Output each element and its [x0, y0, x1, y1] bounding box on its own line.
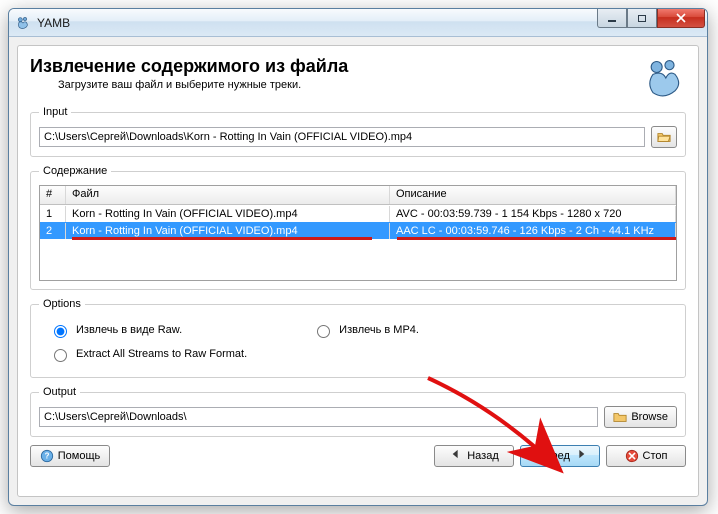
annotation-underline [397, 237, 677, 240]
stop-button-label: Стоп [643, 450, 668, 462]
arrow-right-icon [574, 449, 588, 463]
content-group-label: Содержание [39, 165, 111, 177]
cell-desc: AVC - 00:03:59.739 - 1 154 Kbps - 1280 x… [390, 206, 676, 222]
folder-icon [613, 410, 627, 424]
help-button[interactable]: ? Помощь [30, 445, 110, 467]
col-header-file[interactable]: Файл [66, 186, 390, 204]
next-button[interactable]: Вперед [520, 445, 600, 467]
options-group-label: Options [39, 298, 85, 310]
help-button-label: Помощь [58, 450, 101, 462]
table-body: 1 Korn - Rotting In Vain (OFFICIAL VIDEO… [40, 205, 676, 239]
options-group: Options Извлечь в виде Raw. Извлечь в MP… [30, 298, 686, 378]
app-icon [15, 15, 31, 31]
client-area: Извлечение содержимого из файла Загрузит… [17, 45, 699, 497]
col-header-num[interactable]: # [40, 186, 66, 204]
output-path-field[interactable] [39, 407, 598, 427]
col-header-desc[interactable]: Описание [390, 186, 676, 204]
svg-text:?: ? [44, 452, 49, 461]
browse-button-label: Browse [631, 411, 668, 423]
table-row[interactable]: 1 Korn - Rotting In Vain (OFFICIAL VIDEO… [40, 205, 676, 222]
minimize-button[interactable] [597, 9, 627, 28]
radio-extract-raw-input[interactable] [54, 325, 67, 338]
window-title: YAMB [37, 16, 70, 30]
back-button[interactable]: Назад [434, 445, 514, 467]
close-button[interactable] [657, 9, 705, 28]
radio-extract-all-input[interactable] [54, 349, 67, 362]
track-table[interactable]: # Файл Описание 1 Korn - Rotting In Vain… [39, 185, 677, 281]
radio-extract-all[interactable]: Extract All Streams to Raw Format. [49, 346, 247, 362]
cell-file: Korn - Rotting In Vain (OFFICIAL VIDEO).… [66, 206, 390, 222]
button-bar: ? Помощь Назад Вперед С [30, 445, 686, 467]
page-subtitle: Загрузите ваш файл и выберите нужные тре… [30, 79, 642, 91]
input-path-field[interactable] [39, 127, 645, 147]
radio-extract-mp4-label: Извлечь в MP4. [339, 324, 419, 336]
folder-open-icon [657, 130, 671, 144]
radio-extract-raw[interactable]: Извлечь в виде Raw. [49, 322, 182, 338]
open-file-button[interactable] [651, 126, 677, 148]
page-title: Извлечение содержимого из файла [30, 56, 642, 77]
back-button-label: Назад [467, 450, 499, 462]
header-foot-icon [642, 56, 686, 100]
page-header: Извлечение содержимого из файла Загрузит… [30, 56, 686, 100]
annotation-underline [72, 237, 372, 240]
cell-num: 2 [40, 223, 66, 239]
titlebar: YAMB [9, 9, 707, 37]
window-controls [597, 9, 705, 28]
table-row[interactable]: 2 Korn - Rotting In Vain (OFFICIAL VIDEO… [40, 222, 676, 239]
output-group-label: Output [39, 386, 80, 398]
help-icon: ? [40, 449, 54, 463]
cell-num: 1 [40, 206, 66, 222]
next-button-label: Вперед [532, 450, 570, 462]
radio-extract-mp4[interactable]: Извлечь в MP4. [312, 322, 419, 338]
radio-extract-mp4-input[interactable] [317, 325, 330, 338]
output-group: Output Browse [30, 386, 686, 437]
table-header: # Файл Описание [40, 186, 676, 205]
stop-icon [625, 449, 639, 463]
radio-extract-all-label: Extract All Streams to Raw Format. [76, 348, 247, 360]
content-group: Содержание # Файл Описание 1 Korn - Rott… [30, 165, 686, 290]
arrow-left-icon [449, 449, 463, 463]
app-window: YAMB Извлечение содержимого из файла Заг… [8, 8, 708, 506]
maximize-button[interactable] [627, 9, 657, 28]
browse-button[interactable]: Browse [604, 406, 677, 428]
stop-button[interactable]: Стоп [606, 445, 686, 467]
input-group-label: Input [39, 106, 71, 118]
radio-extract-raw-label: Извлечь в виде Raw. [76, 324, 182, 336]
input-group: Input [30, 106, 686, 157]
